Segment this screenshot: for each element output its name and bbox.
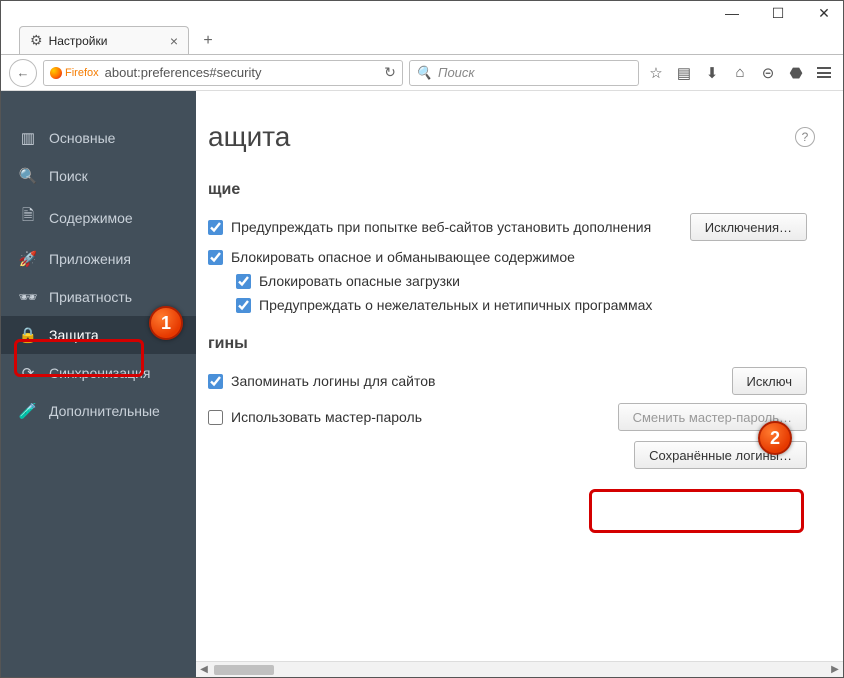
scroll-left-icon[interactable]: ◀ — [196, 664, 212, 675]
lock-icon: 🔒 — [19, 326, 37, 344]
browser-window: — ☐ ✕ ⚙ Настройки × + ← Firefox about:pr… — [0, 0, 844, 678]
page-title: ащита — [208, 121, 807, 153]
label-block-downloads: Блокировать опасные загрузки — [259, 273, 460, 289]
search-bar[interactable]: 🔍 Поиск — [409, 60, 639, 86]
sync-icon: ⟳ — [19, 364, 37, 382]
tab-title: Настройки — [49, 34, 164, 48]
section-logins-heading: гины — [208, 335, 807, 353]
navigation-toolbar: ← Firefox about:preferences#security ↻ 🔍… — [1, 55, 843, 91]
reload-icon[interactable]: ↻ — [384, 64, 396, 81]
label-remember-logins: Запоминать логины для сайтов — [231, 373, 435, 389]
exceptions-button[interactable]: Исключения… — [690, 213, 807, 241]
library-icon[interactable]: ▤ — [673, 62, 695, 84]
downloads-icon[interactable]: ⬇ — [701, 62, 723, 84]
site-identity[interactable]: Firefox — [50, 67, 99, 79]
help-icon[interactable]: ? — [795, 127, 815, 147]
checkbox-warn-unwanted[interactable] — [236, 298, 251, 313]
bookmark-star-icon[interactable]: ☆ — [645, 62, 667, 84]
sidebar-item-label: Дополнительные — [49, 403, 160, 419]
sidebar-item-label: Основные — [49, 130, 115, 146]
tab-strip: ⚙ Настройки × + — [1, 25, 843, 55]
window-close-button[interactable]: ✕ — [813, 4, 835, 22]
checkbox-warn-addons[interactable] — [208, 220, 223, 235]
sidebar-item-label: Защита — [49, 327, 99, 343]
checkbox-block-dangerous[interactable] — [208, 250, 223, 265]
sidebar-item-applications[interactable]: 🚀 Приложения — [1, 240, 196, 278]
home-icon[interactable]: ⌂ — [729, 62, 751, 84]
preferences-sidebar: ▥ Основные 🔍 Поиск 🗎 Содержимое 🚀 Прилож… — [1, 91, 196, 677]
sidebar-item-sync[interactable]: ⟳ Синхронизация — [1, 354, 196, 392]
search-placeholder: Поиск — [438, 65, 475, 80]
mask-icon: 🕶 — [19, 288, 37, 306]
section-general-heading: щие — [208, 181, 807, 199]
sidebar-item-content[interactable]: 🗎 Содержимое — [1, 195, 196, 240]
search-icon: 🔍 — [19, 167, 37, 185]
tab-settings[interactable]: ⚙ Настройки × — [19, 26, 189, 54]
sidebar-item-label: Синхронизация — [49, 365, 150, 381]
gear-icon: ⚙ — [30, 32, 43, 49]
annotation-marker-1: 1 — [149, 306, 183, 340]
scrollbar-thumb[interactable] — [214, 665, 274, 675]
window-titlebar: — ☐ ✕ — [1, 1, 843, 25]
pocket-icon[interactable]: ⬣ — [785, 62, 807, 84]
checkbox-remember-logins[interactable] — [208, 374, 223, 389]
rocket-icon: 🚀 — [19, 250, 37, 268]
identity-label: Firefox — [65, 67, 99, 79]
login-exceptions-button[interactable]: Исключ — [732, 367, 808, 395]
label-warn-addons: Предупреждать при попытке веб-сайтов уст… — [231, 219, 651, 235]
back-button[interactable]: ← — [9, 59, 37, 87]
sidebar-item-label: Поиск — [49, 168, 88, 184]
label-master-password: Использовать мастер-пароль — [231, 409, 422, 425]
url-text: about:preferences#security — [105, 65, 378, 80]
preferences-content: ? ащита щие Предупреждать при попытке ве… — [196, 91, 843, 677]
sidebar-item-label: Содержимое — [49, 210, 133, 226]
firefox-icon — [50, 67, 62, 79]
label-block-dangerous: Блокировать опасное и обманывающее содер… — [231, 249, 575, 265]
label-warn-unwanted: Предупреждать о нежелательных и нетипичн… — [259, 297, 652, 313]
window-maximize-button[interactable]: ☐ — [767, 4, 789, 22]
sidebar-item-label: Приватность — [49, 289, 132, 305]
sidebar-item-general[interactable]: ▥ Основные — [1, 119, 196, 157]
search-icon: 🔍 — [416, 65, 432, 81]
flask-icon: 🧪 — [19, 402, 37, 420]
scroll-right-icon[interactable]: ▶ — [827, 664, 843, 675]
main-area: ▥ Основные 🔍 Поиск 🗎 Содержимое 🚀 Прилож… — [1, 91, 843, 677]
sync-icon[interactable]: ⊝ — [757, 62, 779, 84]
checkbox-block-downloads[interactable] — [236, 274, 251, 289]
menu-button[interactable] — [813, 62, 835, 84]
general-icon: ▥ — [19, 129, 37, 147]
checkbox-master-password[interactable] — [208, 410, 223, 425]
window-minimize-button[interactable]: — — [721, 4, 743, 22]
sidebar-item-advanced[interactable]: 🧪 Дополнительные — [1, 392, 196, 430]
horizontal-scrollbar[interactable]: ◀ ▶ — [196, 661, 843, 677]
sidebar-item-label: Приложения — [49, 251, 131, 267]
url-bar[interactable]: Firefox about:preferences#security ↻ — [43, 60, 403, 86]
new-tab-button[interactable]: + — [195, 28, 221, 54]
annotation-marker-2: 2 — [758, 421, 792, 455]
tab-close-icon[interactable]: × — [170, 33, 178, 49]
document-icon: 🗎 — [19, 205, 37, 230]
sidebar-item-search[interactable]: 🔍 Поиск — [1, 157, 196, 195]
